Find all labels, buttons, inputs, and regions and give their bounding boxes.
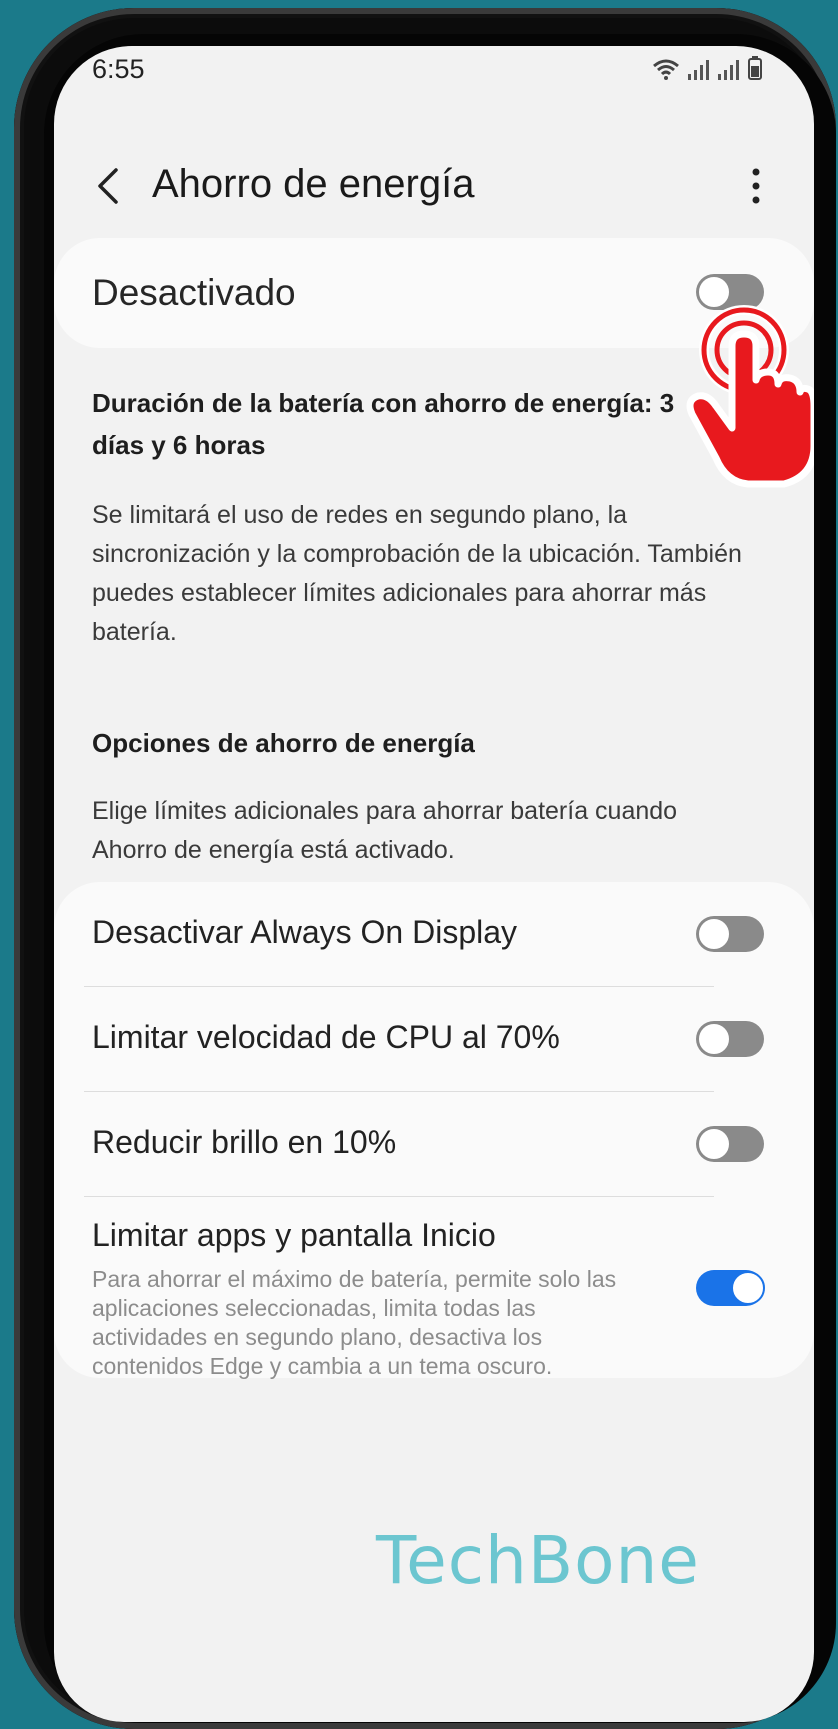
cpu-switch[interactable] bbox=[696, 1021, 764, 1057]
back-chevron-icon[interactable] bbox=[90, 164, 130, 208]
option-description: Para ahorrar el máximo de batería, permi… bbox=[92, 1266, 617, 1379]
master-switch-label: Desactivado bbox=[92, 272, 296, 313]
option-label: Desactivar Always On Display bbox=[92, 914, 518, 950]
option-row-cpu[interactable]: Limitar velocidad de CPU al 70% bbox=[54, 987, 814, 1091]
option-row-brightness[interactable]: Reducir brillo en 10% bbox=[54, 1092, 814, 1196]
battery-info-text: Se limitará el uso de redes en segundo p… bbox=[92, 501, 742, 646]
phone-screen: 6:55 Ahorro de energía Desactivado Durac… bbox=[54, 46, 814, 1722]
wifi-icon bbox=[653, 59, 679, 80]
tap-hand-icon bbox=[686, 305, 814, 488]
signal-icon bbox=[718, 60, 739, 80]
page-title: Ahorro de energía bbox=[152, 162, 475, 206]
aod-switch[interactable] bbox=[696, 916, 764, 952]
app-bar: Ahorro de energía bbox=[54, 146, 814, 226]
toggle-knob bbox=[697, 917, 731, 951]
watermark-logo: TechBone bbox=[376, 1522, 700, 1599]
limit-apps-switch[interactable] bbox=[696, 1270, 765, 1306]
status-icons bbox=[652, 56, 762, 80]
options-description: Elige límites adicionales para ahorrar b… bbox=[92, 797, 678, 864]
options-heading: Opciones de ahorro de energía bbox=[92, 728, 475, 758]
toggle-knob bbox=[697, 1022, 731, 1056]
option-label: Reducir brillo en 10% bbox=[92, 1124, 397, 1160]
more-vert-icon[interactable] bbox=[744, 162, 768, 210]
battery-icon bbox=[748, 56, 762, 80]
brightness-switch[interactable] bbox=[696, 1126, 764, 1162]
battery-duration-heading: Duración de la batería con ahorro de ene… bbox=[92, 388, 675, 460]
options-card: Desactivar Always On Display Limitar vel… bbox=[54, 882, 814, 1379]
option-label: Limitar apps y pantalla Inicio bbox=[92, 1217, 496, 1253]
option-label: Limitar velocidad de CPU al 70% bbox=[92, 1019, 560, 1055]
toggle-knob bbox=[731, 1271, 765, 1305]
status-time: 6:55 bbox=[92, 54, 145, 84]
option-row-aod[interactable]: Desactivar Always On Display bbox=[54, 882, 814, 986]
signal-icon bbox=[688, 60, 709, 80]
toggle-knob bbox=[697, 1127, 731, 1161]
option-row-limit-apps[interactable]: Limitar apps y pantalla Inicio Para ahor… bbox=[54, 1197, 814, 1379]
